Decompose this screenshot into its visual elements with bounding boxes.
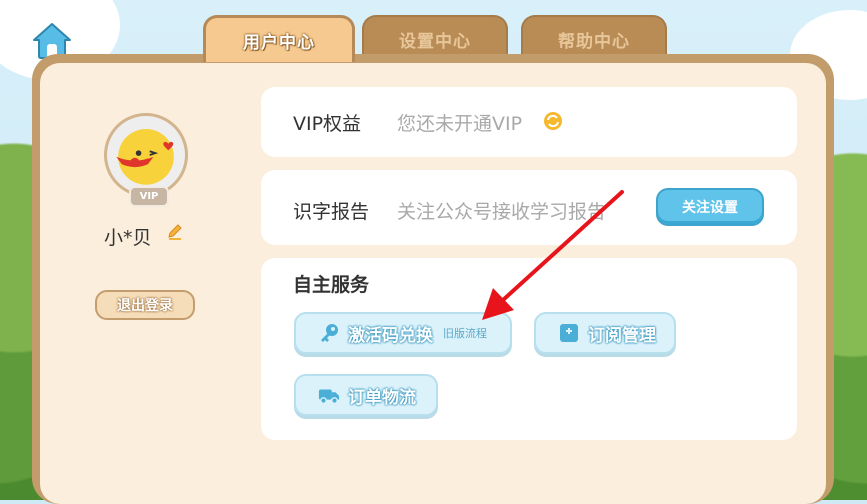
services-title: 自主服务: [293, 274, 370, 296]
tab-user-center[interactable]: 用户中心: [203, 15, 355, 62]
subscription-management-label: 订阅管理: [588, 325, 656, 346]
report-title: 识字报告: [293, 201, 370, 223]
vip-status: 您还未开通VIP: [397, 113, 523, 135]
report-card: 识字报告 关注公众号接收学习报告 关注设置: [261, 170, 797, 245]
chick-avatar-icon: [116, 129, 174, 185]
tab-label: 设置中心: [399, 31, 471, 52]
redeem-code-button[interactable]: 激活码兑换 旧版流程: [294, 312, 512, 354]
services-card: 自主服务 激活码兑换 旧版流程 订阅管理 订单物流: [261, 258, 797, 440]
redeem-code-sublabel: 旧版流程: [443, 327, 487, 340]
subscription-management-button[interactable]: 订阅管理: [534, 312, 676, 354]
tab-label: 帮助中心: [558, 31, 630, 52]
pencil-edit-icon[interactable]: [166, 223, 184, 241]
follow-settings-button[interactable]: 关注设置: [656, 188, 764, 226]
truck-icon: [318, 389, 340, 404]
report-description: 关注公众号接收学习报告: [397, 201, 607, 223]
bookmark-icon: [560, 324, 578, 342]
vip-card: VIP权益 您还未开通VIP: [261, 87, 797, 157]
logout-button[interactable]: 退出登录: [95, 290, 195, 320]
tab-label: 用户中心: [243, 32, 315, 53]
vip-title: VIP权益: [293, 113, 362, 135]
vip-badge: VIP: [129, 186, 169, 207]
order-logistics-button[interactable]: 订单物流: [294, 374, 438, 416]
username: 小*贝: [104, 227, 152, 249]
redeem-code-label: 激活码兑换: [348, 325, 433, 346]
avatar[interactable]: [104, 113, 188, 197]
key-icon: [321, 324, 338, 342]
refresh-icon[interactable]: [543, 111, 563, 131]
order-logistics-label: 订单物流: [348, 387, 416, 408]
